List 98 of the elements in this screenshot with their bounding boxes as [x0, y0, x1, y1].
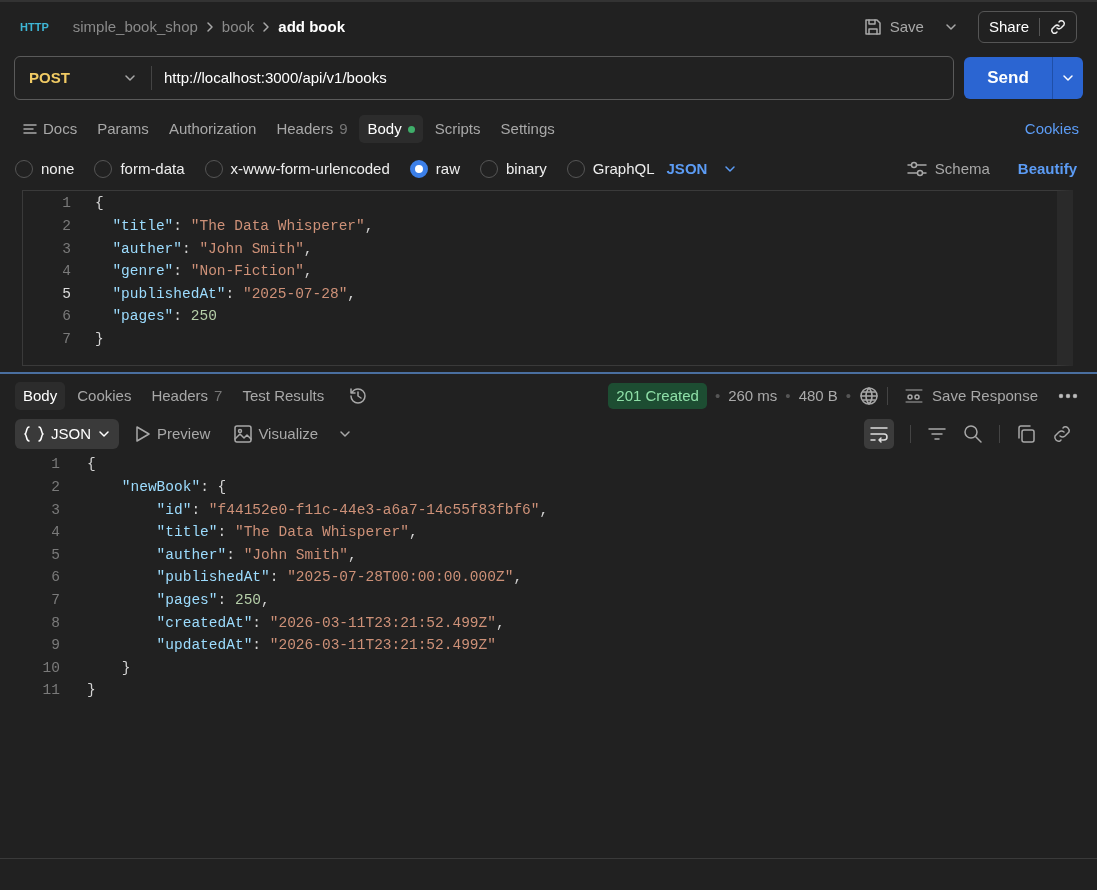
request-tab[interactable]: Settings	[492, 114, 563, 144]
code-line: "auther": "John Smith",	[111, 239, 313, 259]
line-number: 5	[50, 545, 60, 565]
braces-icon	[23, 425, 45, 443]
radio-button[interactable]	[409, 160, 428, 178]
code-line: "title": "The Data Whisperer",	[111, 217, 374, 236]
code-line: "publishedAt": "2025-07-28T00:00:00.000Z",	[155, 568, 523, 588]
filter-icon[interactable]	[927, 426, 947, 442]
code-line: "newBook": {	[120, 478, 227, 497]
search-icon[interactable]	[963, 424, 983, 444]
view-option[interactable]: Preview	[127, 418, 219, 450]
line-number: 3	[61, 239, 71, 259]
sliders-icon	[906, 161, 927, 177]
response-size: 480 B	[798, 385, 838, 406]
line-number: 1	[50, 455, 60, 475]
code-line: "id": "f44152e0-f11c-44e3-a6a7-14c55f83fbf6",	[155, 500, 549, 520]
play-icon	[135, 425, 151, 443]
save-icon	[863, 18, 882, 36]
breadcrumb-link[interactable]: book	[221, 15, 255, 39]
chevron-icon	[205, 21, 214, 33]
body-type-option[interactable]: raw	[409, 157, 460, 181]
chevron-icon	[262, 21, 271, 33]
response-time: 260 ms	[728, 385, 778, 406]
separator-dot: •	[845, 385, 852, 406]
request-tab[interactable]: Params	[89, 114, 157, 144]
send-options-button[interactable]	[1052, 57, 1083, 99]
image-icon	[234, 425, 253, 443]
line-number: 11	[41, 681, 60, 701]
method-dropdown[interactable]: POST	[15, 66, 152, 90]
code-line: "publishedAt": "2025-07-28",	[111, 284, 357, 304]
code-line: "updatedAt": "2026-03-11T23:21:52.499Z"	[155, 636, 496, 656]
line-number: 10	[41, 658, 60, 678]
body-type-option[interactable]: binary	[479, 157, 547, 181]
url-field[interactable]: POST http://localhost:3000/api/v1/books	[14, 56, 954, 100]
separator-dot: •	[785, 385, 791, 406]
code-line: }	[95, 330, 104, 349]
code-line: "createdAt": "2026-03-11T23:21:52.499Z",	[155, 613, 505, 633]
more-icon	[1058, 393, 1078, 399]
request-tab[interactable]: Authorization	[160, 114, 265, 144]
cookies-link[interactable]: Cookies	[1024, 117, 1079, 141]
globe-icon	[859, 386, 880, 406]
body-type-option[interactable]: x-www-form-urlencoded	[204, 157, 390, 181]
code-line: }	[120, 658, 131, 678]
send-button[interactable]: Send	[964, 57, 1052, 99]
line-number: 7	[50, 591, 60, 610]
line-number: 1	[61, 194, 71, 214]
request-tab[interactable]: Docs	[15, 114, 86, 144]
line-number: 6	[61, 307, 71, 327]
request-name: add book	[278, 16, 346, 37]
response-tab[interactable]: Cookies	[69, 381, 140, 411]
line-number: 9	[50, 636, 60, 656]
response-tab[interactable]: Headers 7	[143, 381, 231, 411]
body-type-option[interactable]: form-data	[94, 157, 185, 181]
code-line: "auther": "John Smith",	[155, 545, 357, 565]
code-line: "title": "The Data Whisperer",	[155, 523, 418, 543]
docs-icon	[23, 123, 37, 135]
code-line: }	[87, 681, 96, 701]
line-number: 4	[61, 262, 71, 282]
history-icon	[348, 386, 369, 406]
view-option[interactable]: JSON	[15, 418, 119, 450]
request-type-label: HTTP	[20, 19, 49, 35]
code-line: {	[87, 455, 96, 475]
request-tab[interactable]: Body	[359, 114, 423, 144]
separator-dot: •	[714, 385, 721, 406]
body-type-option[interactable]: GraphQL	[566, 157, 655, 181]
wrap-lines-button[interactable]	[864, 419, 894, 449]
line-number: 3	[50, 500, 60, 520]
response-tab[interactable]: Body	[15, 381, 66, 411]
share-button[interactable]: Share	[977, 10, 1077, 44]
save-response-button[interactable]: Save Response	[896, 384, 1046, 408]
line-number: 4	[50, 523, 60, 543]
copy-icon[interactable]	[1016, 424, 1036, 444]
request-tab[interactable]: Headers 9	[268, 114, 356, 144]
code-line: "genre": "Non-Fiction",	[111, 262, 313, 282]
line-number: 6	[50, 568, 60, 588]
code-line: "pages": 250,	[155, 591, 270, 610]
response-tab[interactable]: Test Results	[234, 381, 333, 411]
header-count: 7	[214, 385, 223, 406]
line-number: 8	[50, 613, 60, 633]
line-number: 5	[61, 284, 71, 304]
breadcrumb-link[interactable]: simple_book_shop	[72, 15, 198, 39]
save-button[interactable]: Save	[855, 15, 932, 39]
link-icon	[1050, 19, 1066, 35]
schema-button[interactable]: Schema	[898, 157, 998, 181]
header-count: 9	[339, 118, 348, 139]
status-badge: 201 Created	[608, 382, 707, 410]
line-number: 2	[50, 478, 60, 497]
body-type-option[interactable]: none	[15, 157, 75, 181]
beautify-button[interactable]: Beautify	[1017, 157, 1077, 181]
link-icon[interactable]	[1052, 424, 1072, 444]
request-tab[interactable]: Scripts	[426, 114, 489, 144]
line-number: 7	[61, 330, 71, 349]
view-option[interactable]: Visualize	[226, 418, 327, 450]
code-line: "pages": 250	[111, 307, 217, 327]
format-dropdown[interactable]: JSON	[666, 157, 738, 181]
line-number: 2	[61, 217, 71, 236]
code-editor[interactable]: 1 { 2 "title": "The Data Whisperer", 3 "auther": "John Smith", 4 "genre": "Non-Fiction", 5 "publishedAt": "2025-07-28", 6 "pages": 250 7 }	[22, 190, 1073, 366]
code-line: {	[95, 194, 104, 214]
